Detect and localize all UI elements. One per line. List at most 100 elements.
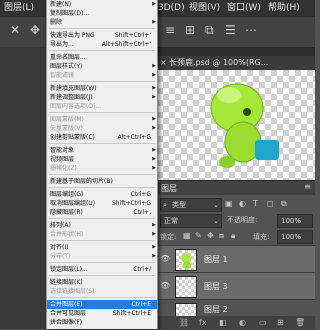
close-icon[interactable]: ✕ (10, 23, 20, 37)
layers-panel-header: 图层 ≡ (157, 181, 315, 195)
menu-item[interactable]: 取消图层编组(U) Shift+Ctrl+G (47, 199, 157, 208)
menu-separator (49, 28, 155, 29)
menu-item[interactable]: 智能对象 ▶ (47, 146, 157, 155)
submenu-arrow-icon: ▶ (152, 19, 156, 25)
menu-item: 合并形状(H) ▶ (47, 230, 157, 239)
menu-3d[interactable]: 3D(D) (158, 1, 185, 15)
canvas[interactable] (157, 70, 315, 180)
submenu-arrow-icon: ▶ (152, 125, 156, 131)
submenu-arrow-icon: ▶ (152, 147, 156, 153)
menu-item[interactable]: 对齐(I) ▶ (47, 243, 157, 252)
distribute-icon[interactable]: ⊞ (185, 23, 195, 37)
menu-item-label: 快速导出为 PNG (50, 32, 95, 39)
mask-icon[interactable]: ◧ (219, 318, 227, 327)
menu-item[interactable]: 新建填充图层(W) ▶ (47, 84, 157, 93)
menu-item: 分布(T) ▶ (47, 252, 157, 261)
panel-menu-icon[interactable]: ≡ (304, 182, 311, 191)
chevron-down-icon: ⌄ (213, 201, 219, 209)
layer-filter-value: 类型 (172, 201, 186, 209)
menu-item[interactable]: 锁定图层(L)... Ctrl+/ (47, 265, 157, 274)
link-icon[interactable]: ⛓︎ (179, 318, 189, 327)
menu-item[interactable]: 新建调整图层(J) ▶ (47, 93, 157, 102)
menu-window[interactable]: 窗口(W) (227, 1, 261, 15)
document-tab[interactable]: × 长颈鹿.psd @ 100%(RG... (157, 56, 315, 70)
submenu-arrow-icon: ▶ (152, 85, 156, 91)
opacity-input[interactable]: 100% (277, 214, 313, 228)
menu-layer[interactable]: 图层(L) (4, 1, 34, 15)
layer-filter-select[interactable]: ⌕ 类型 ⌄ (160, 198, 222, 212)
menu-item-label: 图层内容选项(O)... (50, 103, 102, 110)
more-icon[interactable]: ⋯ (245, 23, 257, 37)
opacity-label: 不透明度: (227, 216, 258, 224)
menu-item[interactable]: 图层编组(G) Ctrl+G (47, 190, 157, 199)
submenu-arrow-icon: ▶ (152, 116, 156, 122)
menu-item-label: 合并图层(E) (50, 301, 83, 308)
menu-item: 选择链接图层(S) (47, 287, 157, 296)
menu-item[interactable]: 排列(A) ▶ (47, 221, 157, 230)
blend-mode-select[interactable]: 正常 ⌄ (160, 214, 222, 228)
fill-input[interactable]: 100% (277, 230, 313, 244)
menu-item[interactable]: 新建(N) ▶ (47, 0, 157, 9)
stack-icon[interactable]: ☰ (225, 23, 236, 37)
folder-icon[interactable]: ▭ (259, 318, 267, 327)
menu-item-label: 图层样式(Y) (50, 63, 83, 70)
menu-item-label: 重命名图层... (50, 54, 86, 61)
menu-item[interactable]: 图层样式(Y) ▶ (47, 62, 157, 71)
layer-name: 图层 3 (204, 282, 228, 291)
eye-icon[interactable]: 👁︎ (160, 281, 170, 290)
adjustment-icon[interactable]: ◐ (239, 318, 246, 327)
menu-item-label: 分布(T) (50, 253, 71, 260)
layer-thumbnail (175, 276, 197, 298)
trash-icon[interactable]: 🗑︎ (295, 318, 305, 327)
filter-shape-icon[interactable]: ◻ (267, 199, 274, 208)
menu-separator (49, 143, 155, 144)
menu-separator (49, 297, 155, 298)
layer-row[interactable]: 👁︎ 图层 1 (157, 245, 315, 272)
menu-item-label: 新建基于图层的切片(B) (50, 178, 113, 185)
menu-view[interactable]: 视图(V) (189, 1, 220, 15)
frog-figure (210, 83, 279, 168)
filter-adjust-icon[interactable]: ◐ (239, 199, 246, 208)
menu-item[interactable]: 隐藏图层(R) Ctrl+, (47, 208, 157, 217)
submenu-arrow-icon: ▶ (152, 156, 156, 162)
menu-item[interactable]: 重命名图层... (47, 53, 157, 62)
menu-item[interactable]: 快速导出为 PNG Shift+Ctrl+' (47, 31, 157, 40)
filter-type-icon[interactable]: T (253, 199, 258, 208)
filter-smart-icon[interactable]: ⧉ (281, 199, 287, 209)
menu-item[interactable]: 删除 ▶ (47, 18, 157, 27)
menu-item[interactable]: 链接图层(K) (47, 278, 157, 287)
lock-artboard-icon[interactable]: ⧈ (219, 231, 224, 241)
menu-item-label: 拼合图像(F) (50, 319, 83, 326)
menu-item[interactable]: 创建剪贴蒙版(C) Alt+Ctrl+G (47, 133, 157, 142)
close-tab-icon[interactable]: × (160, 56, 167, 70)
menu-item[interactable]: 导出为... Alt+Shift+Ctrl+' (47, 40, 157, 49)
fx-icon[interactable]: fx (199, 318, 207, 327)
panel-collapse-strip[interactable] (157, 47, 315, 56)
lock-transparent-icon[interactable]: ▦ (183, 231, 191, 240)
submenu-arrow-icon: ▶ (152, 231, 156, 237)
blend-mode-value: 正常 (164, 217, 178, 225)
lock-all-icon[interactable]: 🔒︎ (231, 231, 235, 241)
lock-paint-icon[interactable]: ✎ (195, 231, 202, 240)
layers-panel: 图层 ≡ ⌕ 类型 ⌄ ▣ ◐ T ◻ ⧉ 正常 ⌄ 不透明度: 100% 锁定… (157, 180, 315, 330)
new-layer-icon[interactable]: ⊞ (277, 318, 284, 327)
menu-item[interactable]: 拼合图像(F) (47, 318, 157, 327)
menu-item[interactable]: 合并可见图层 Shift+Ctrl+E (47, 309, 157, 318)
menu-item[interactable]: 复制图层(D)... (47, 9, 157, 18)
menu-item[interactable]: 新建基于图层的切片(B) (47, 177, 157, 186)
lock-move-icon[interactable]: ✥ (207, 231, 214, 240)
layer-name: 图层 1 (204, 255, 228, 264)
layer-row[interactable]: 👁︎ 图层 3 (157, 272, 315, 299)
submenu-arrow-icon: ▶ (152, 1, 156, 7)
menu-help[interactable]: 帮助(H) (268, 1, 300, 15)
menu-item-label: 图层编组(G) (50, 191, 84, 198)
eye-icon[interactable]: 👁︎ (160, 254, 170, 263)
align-icon[interactable]: ≡ (165, 23, 175, 37)
layers-panel-title: 图层 (161, 184, 177, 193)
submenu-arrow-icon: ▶ (152, 244, 156, 250)
transform-icon[interactable]: ✥ (30, 23, 40, 37)
filter-pixel-icon[interactable]: ▣ (225, 199, 233, 208)
menu-item[interactable]: 视频图层 ▶ (47, 155, 157, 164)
arrange-icon[interactable]: ⧉ (205, 23, 214, 38)
menu-item[interactable]: 合并图层(E) Ctrl+E (47, 300, 157, 309)
